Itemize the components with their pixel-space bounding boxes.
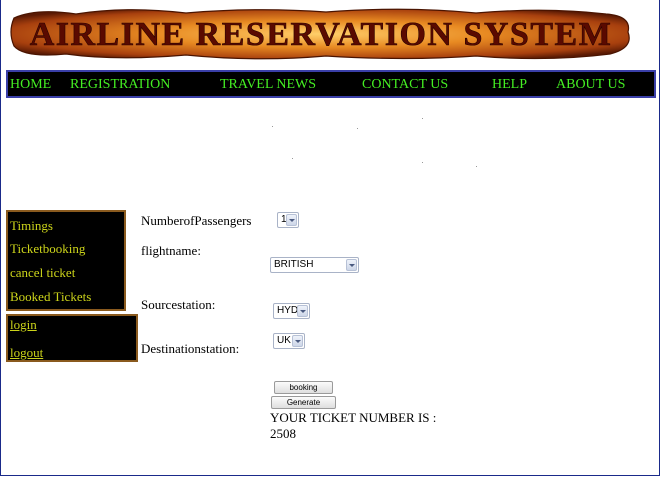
flight-label: flightname:: [141, 243, 201, 258]
app-title: AIRLINE RESERVATION SYSTEM: [30, 16, 613, 53]
speck: [422, 118, 423, 119]
header-banner: AIRLINE RESERVATION SYSTEM: [6, 4, 636, 62]
passengers-label: NumberofPassengers: [141, 213, 252, 228]
top-navigation: HOME REGISTRATION TRAVEL NEWS CONTACT US…: [6, 70, 656, 98]
speck: [292, 158, 293, 159]
sidebar-item-timings[interactable]: Timings: [10, 218, 53, 234]
speck: [476, 166, 477, 167]
banner-graphic: AIRLINE RESERVATION SYSTEM: [10, 8, 630, 60]
nav-home[interactable]: HOME: [10, 77, 51, 93]
chevron-down-icon: [286, 214, 297, 226]
sidebar-item-booked-tickets[interactable]: Booked Tickets: [10, 289, 91, 305]
nav-travel-news[interactable]: TRAVEL NEWS: [220, 77, 316, 93]
source-value: HYD: [277, 305, 299, 316]
flight-select[interactable]: BRITISH: [270, 257, 359, 273]
ticket-number-value: 2508: [270, 426, 296, 441]
sidebar-account: login logout: [6, 314, 138, 362]
source-select[interactable]: HYD: [273, 303, 310, 319]
ticket-number-label: YOUR TICKET NUMBER IS :: [270, 410, 437, 425]
logout-link[interactable]: logout: [10, 345, 43, 361]
speck: [272, 126, 273, 127]
booking-button[interactable]: booking: [274, 381, 333, 394]
sidebar-item-ticketbooking[interactable]: Ticketbooking: [10, 241, 85, 257]
login-link[interactable]: login: [10, 317, 37, 333]
chevron-down-icon: [292, 335, 303, 347]
destination-value: UK: [277, 335, 291, 346]
nav-help[interactable]: HELP: [492, 77, 527, 93]
source-label: Sourcestation:: [141, 297, 216, 312]
generate-button[interactable]: Generate: [271, 396, 336, 409]
destination-label: Destinationstation:: [141, 341, 240, 356]
speck: [357, 128, 358, 129]
destination-select[interactable]: UK: [273, 333, 305, 349]
nav-registration[interactable]: REGISTRATION: [70, 77, 170, 93]
speck: [422, 162, 423, 163]
sidebar-item-cancel-ticket[interactable]: cancel ticket: [10, 265, 75, 281]
nav-contact-us[interactable]: CONTACT US: [362, 77, 448, 93]
sidebar-menu: Timings Ticketbooking cancel ticket Book…: [6, 210, 126, 311]
passengers-select[interactable]: 1: [277, 212, 299, 228]
chevron-down-icon: [297, 305, 308, 317]
flight-value: BRITISH: [274, 259, 314, 270]
nav-about-us[interactable]: ABOUT US: [556, 77, 625, 93]
chevron-down-icon: [346, 259, 357, 271]
